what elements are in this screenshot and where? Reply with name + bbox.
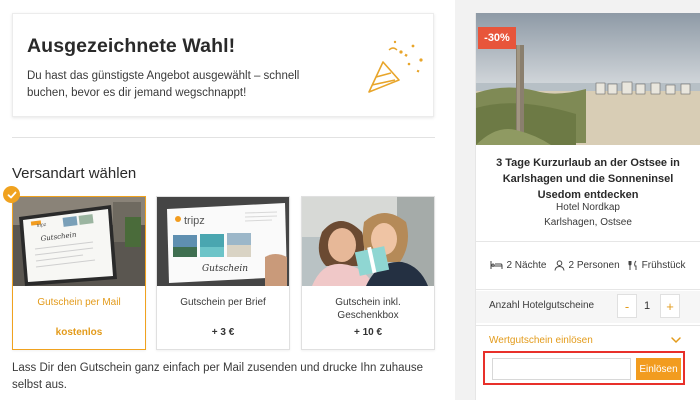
chevron-down-icon [671,337,681,344]
shipping-option-price: + 3 € [211,327,235,338]
shipping-option-name: Gutschein inkl. Geschenkbox [335,297,401,321]
voucher-count-value: 1 [643,300,651,312]
selected-check-icon [3,186,20,203]
shipping-description: Lass Dir den Gutschein ganz einfach per … [12,362,424,391]
shipping-option-name: Gutschein per Mail [37,297,121,308]
thumb-brand-text: tripz [37,222,48,229]
shipping-option-letter[interactable]: tripz Gutschein Gutschein per Brief + 3 … [156,196,290,350]
shipping-section-title: Versandart wählen [12,165,137,182]
bed-icon [490,261,503,269]
shipping-option-giftbox[interactable]: Gutschein inkl. Geschenkbox + 10 € [301,196,435,350]
notice-title: Ausgezeichnete Wahl! [27,35,236,57]
shipping-option-mail[interactable]: tripz Gutschein Gutschein per Mail koste… [12,196,146,350]
voucher-code-input[interactable] [492,358,631,380]
discount-badge: -30% [478,27,516,49]
mail-voucher-image: tripz Gutschein [13,197,145,286]
feature-persons: 2 Personen [554,259,620,271]
hotel-name: Hotel Nordkap [556,202,620,213]
shipping-option-price: kostenlos [55,327,103,338]
notice-text: Du hast das günstigste Angebot ausgewähl… [27,70,300,99]
person-icon [554,259,565,271]
voucher-count-label: Anzahl Hotelgutscheine [489,300,595,311]
voucher-toggle-label: Wertgutschein einlösen [489,335,593,346]
offer-divider [476,325,700,326]
letter-voucher-image: tripz Gutschein [157,197,289,286]
feature-nights: 2 Nächte [490,260,546,271]
voucher-toggle[interactable]: Wertgutschein einlösen [476,335,700,349]
feature-label: Frühstück [641,259,686,271]
feature-label: 2 Nächte [506,259,547,271]
hotel-location: Karlshagen, Ostsee [544,217,632,228]
feature-breakfast: Frühstück [628,260,686,271]
giftbox-photo [302,197,434,286]
shipping-option-name: Gutschein per Brief [180,297,266,308]
section-divider [12,137,435,138]
letter-script-text: Gutschein [202,264,248,274]
offer-features: 2 Nächte 2 Personen Frühstück [476,251,700,279]
feature-label: 2 Personen [568,259,620,271]
redeem-button[interactable]: Einlösen [636,358,681,380]
letter-brand-text: tripz [184,215,205,227]
offer-summary-card: -30% 3 Tage Kurzurlaub an der Ostsee in … [475,13,700,400]
best-choice-notice: Ausgezeichnete Wahl! Du hast das günstig… [12,13,434,117]
offer-divider [476,289,700,290]
redeem-voucher-box: Einlösen [483,351,685,385]
offer-divider [476,241,700,242]
voucher-count-row: Anzahl Hotelgutscheine - 1 + [476,291,700,323]
offer-title: 3 Tage Kurzurlaub an der Ostsee in Karls… [496,157,680,201]
breakfast-icon [628,260,637,270]
decrement-button[interactable]: - [617,294,637,318]
increment-button[interactable]: + [660,294,680,318]
shipping-option-price: + 10 € [353,327,383,338]
party-popper-icon [368,40,423,93]
